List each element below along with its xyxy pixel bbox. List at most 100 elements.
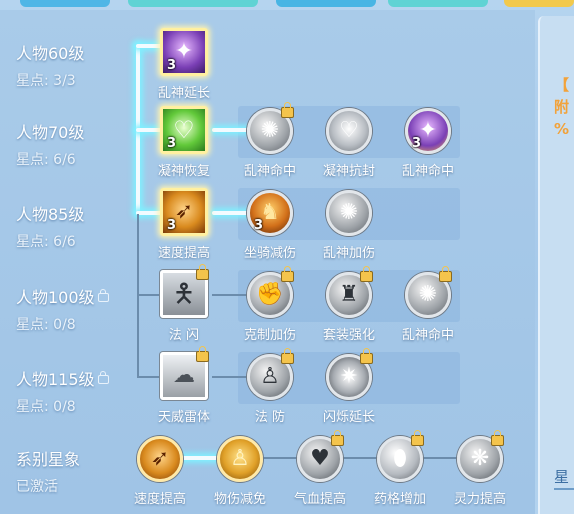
row-stars: 星点: 0/8 [16, 399, 76, 415]
node-r1-main[interactable]: ✦ 3 乱神延长 [144, 28, 224, 101]
series-status: 已激活 [16, 479, 58, 495]
spirit-icon: ❋ [457, 430, 504, 482]
purple-mask-icon: ✦ 3 [160, 28, 208, 76]
node-r3-main[interactable]: ➶ 3 速度提高 [144, 188, 224, 261]
top-tab-4[interactable] [388, 0, 488, 7]
row-level: 人物70级 [16, 123, 85, 142]
top-tab-5[interactable] [504, 0, 574, 7]
swirl-glyph: ✺ [339, 200, 359, 225]
node-label: 乱神命中 [243, 164, 296, 179]
node-r2-c[interactable]: ✦ 3 乱神命中 [388, 106, 468, 179]
level-count: 3 [254, 218, 264, 233]
speed-fire-icon: ➶ 3 [160, 188, 208, 236]
node-r3-a[interactable]: ♞ 3 坐骑减伤 [230, 188, 310, 261]
row-level-text: 人物100级 [16, 288, 95, 307]
node-label: 乱神延长 [157, 86, 210, 101]
spirit-glyph: ❋ [470, 446, 490, 471]
node-label: 乱神命中 [401, 328, 454, 343]
node-label: 气血提高 [293, 492, 346, 507]
row-stars: 星点: 6/6 [16, 234, 76, 250]
lock-icon [360, 348, 373, 364]
series-title: 系别星象 [16, 450, 81, 469]
row-stars: 星点: 3/3 [16, 73, 76, 89]
series-item-hp[interactable]: ♥ 气血提高 [280, 430, 360, 507]
node-label: 速度提高 [157, 246, 210, 261]
detail-panel: 【 附 % 星 [538, 16, 574, 514]
guard-glyph: ♙ [230, 446, 250, 471]
lock-icon [360, 266, 373, 282]
lock-icon [331, 430, 344, 446]
node-r4-main[interactable]: 🯅 法 闪 [144, 264, 224, 343]
heart-glyph: ♡ [173, 116, 195, 144]
node-r2-b[interactable]: ♡ 凝神抗封 [309, 106, 389, 179]
node-r4-a[interactable]: ✊ 克制加伤 [230, 266, 310, 343]
node-label: 克制加伤 [243, 328, 296, 343]
fist-glyph: ✊ [256, 282, 284, 307]
series-item-spirit[interactable]: ❋ 灵力提高 [440, 430, 520, 507]
lock-icon [439, 266, 452, 282]
row-level: 人物60级 [16, 44, 85, 63]
mask-glyph: ✦ [174, 39, 194, 64]
level-count: 3 [167, 136, 177, 151]
thunder-body-icon: ☁ [160, 346, 209, 400]
level-count: 3 [412, 136, 422, 151]
guard-figure-icon: ♙ [247, 348, 294, 400]
top-tab-2[interactable] [128, 0, 258, 7]
node-label: 药格增加 [373, 492, 426, 507]
row-level: 人物85级 [16, 205, 85, 224]
node-r5-a[interactable]: ♙ 法 防 [230, 348, 310, 425]
detail-bottom-label: 星 [554, 468, 570, 486]
purple-mask-icon: ✦ 3 [405, 108, 451, 154]
green-heart-icon: ♡ 3 [160, 106, 208, 154]
burst-icon: ✷ [326, 348, 373, 400]
series-item-phys-def[interactable]: ♙ 物伤减免 [200, 434, 280, 507]
node-r2-a[interactable]: ✺ 乱神命中 [230, 102, 310, 179]
node-label: 乱神加伤 [322, 246, 375, 261]
heart-glyph: ♡ [339, 118, 359, 143]
detail-text-2: 附 [554, 98, 570, 116]
guard-glyph: ♙ [260, 364, 280, 389]
lock-icon [281, 266, 294, 282]
lock-icon [281, 102, 294, 118]
series-item-potion[interactable]: ⬮ 药格增加 [360, 430, 440, 507]
lock-icon [97, 289, 109, 302]
guard-figure-icon: ♙ [217, 436, 263, 482]
row-stars: 星点: 0/8 [16, 317, 76, 333]
row-level-text: 人物115级 [16, 370, 95, 389]
top-tab-bar [0, 0, 574, 10]
series-label: 系别星象 已激活 [16, 446, 80, 496]
lock-icon [97, 371, 109, 384]
node-r5-b[interactable]: ✷ 闪烁延长 [309, 348, 389, 425]
swirl-glyph: ✺ [418, 282, 438, 307]
fist-icon: ✊ [247, 266, 294, 318]
node-label: 法 防 [254, 410, 286, 425]
dodge-figure-icon: 🯅 [160, 264, 209, 318]
row-label-70: 人物70级 星点: 6/6 [16, 119, 84, 169]
node-r3-b[interactable]: ✺ 乱神加伤 [309, 188, 389, 261]
node-r2-main[interactable]: ♡ 3 凝神恢复 [144, 106, 224, 179]
row-level: 人物100级 [16, 284, 109, 308]
speed-fire-icon: ➶ [137, 436, 183, 482]
series-item-speed[interactable]: ➶ 速度提高 [120, 434, 200, 507]
lock-icon [196, 346, 209, 362]
armor-glyph: ♜ [339, 282, 359, 307]
fire-glyph: ➶ [174, 199, 194, 224]
lock-icon [196, 264, 209, 280]
swirl-icon: ✺ [405, 266, 452, 318]
node-label: 乱神命中 [401, 164, 454, 179]
node-label: 法 闪 [168, 328, 200, 343]
fire-glyph: ➶ [150, 446, 170, 471]
burst-glyph: ✷ [339, 364, 359, 389]
node-label: 物伤减免 [213, 492, 266, 507]
row-label-85: 人物85级 星点: 6/6 [16, 201, 84, 251]
node-label: 凝神恢复 [157, 164, 210, 179]
node-r4-c[interactable]: ✺ 乱神命中 [388, 266, 468, 343]
node-r4-b[interactable]: ♜ 套装强化 [309, 266, 389, 343]
heart-glyph: ♥ [310, 446, 330, 471]
node-r5-main[interactable]: ☁ 天威雷体 [144, 346, 224, 425]
top-tab-3[interactable] [276, 0, 376, 7]
potion-icon: ⬮ [377, 430, 424, 482]
beast-glyph: ♞ [260, 200, 280, 225]
top-tab-1[interactable] [20, 0, 110, 7]
row-label-100: 人物100级 星点: 0/8 [16, 284, 109, 334]
